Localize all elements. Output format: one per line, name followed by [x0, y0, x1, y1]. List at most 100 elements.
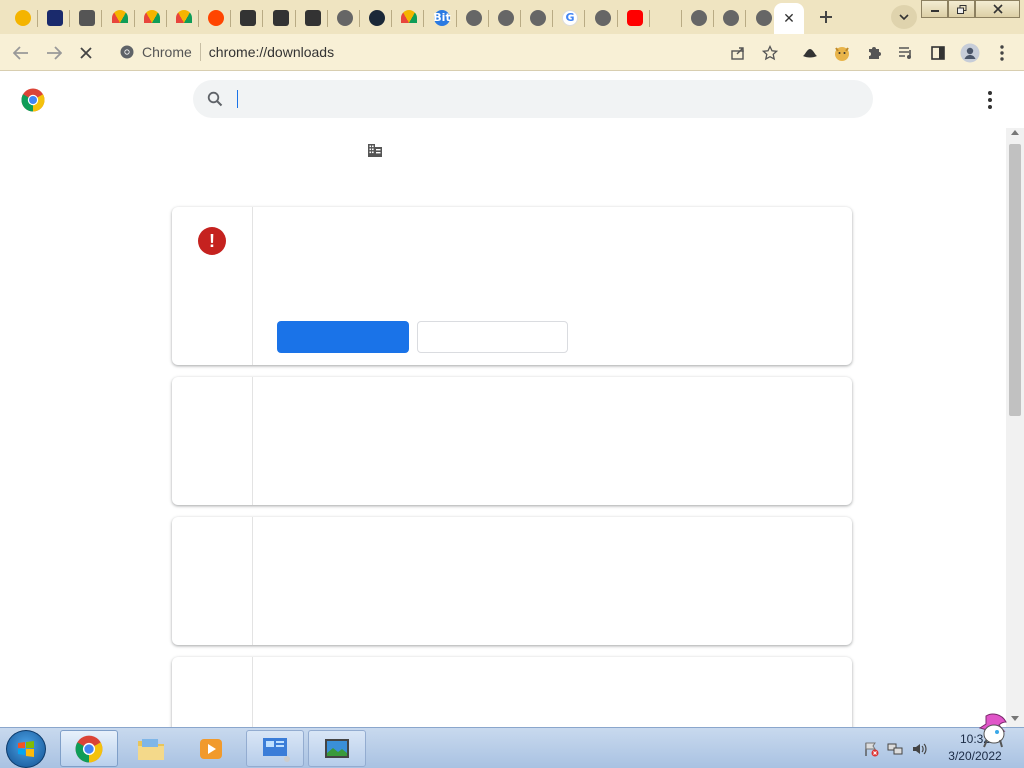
tab-8[interactable]	[266, 3, 296, 32]
tab-12[interactable]	[394, 3, 424, 32]
vertical-scrollbar[interactable]	[1006, 128, 1024, 727]
profile-button[interactable]	[957, 40, 983, 66]
back-button[interactable]	[8, 40, 34, 66]
red-triangle-extension-icon	[15, 9, 31, 26]
tab-14[interactable]	[459, 3, 489, 32]
extension-doge-button[interactable]	[829, 40, 855, 66]
reddit-icon	[208, 9, 224, 26]
tab-11[interactable]	[362, 3, 392, 32]
tab-separator	[584, 10, 585, 27]
minimize-button[interactable]	[921, 0, 948, 18]
close-window-button[interactable]	[975, 0, 1020, 18]
tab-22[interactable]	[716, 3, 746, 32]
managed-by-organization-icon[interactable]	[366, 141, 384, 159]
tab-separator	[681, 10, 682, 27]
tab-21[interactable]	[684, 3, 714, 32]
chrome-gray-icon	[723, 9, 739, 26]
url-text[interactable]: chrome://downloads	[209, 44, 334, 60]
rainbow-icon	[112, 9, 128, 26]
tab-separator	[552, 10, 553, 27]
tab-13[interactable]: Bit	[427, 3, 457, 32]
bookmark-star-button[interactable]	[757, 40, 783, 66]
volume-icon[interactable]	[910, 740, 928, 758]
taskbar-chrome[interactable]	[60, 730, 118, 767]
tab-18[interactable]	[588, 3, 618, 32]
tab-16[interactable]	[523, 3, 553, 32]
tab-20[interactable]	[652, 3, 682, 32]
taskbar-control-panel[interactable]	[246, 730, 304, 767]
tab-separator	[745, 10, 746, 27]
system-tray	[862, 734, 928, 764]
tab-19[interactable]	[620, 3, 650, 32]
extension-hat-button[interactable]	[797, 40, 823, 66]
tab-separator	[359, 10, 360, 27]
scroll-up-arrow-icon[interactable]	[1011, 130, 1019, 135]
tab-9[interactable]	[298, 3, 328, 32]
chrome-logo-icon	[75, 735, 103, 762]
tab-2[interactable]	[72, 3, 102, 32]
search-downloads-box[interactable]	[193, 80, 873, 118]
file-icon-column	[172, 657, 253, 727]
taskbar-explorer[interactable]	[122, 730, 180, 767]
tab-7[interactable]	[233, 3, 263, 32]
side-panel-button[interactable]	[925, 40, 951, 66]
tab-separator	[649, 10, 650, 27]
tab-4[interactable]	[137, 3, 167, 32]
doge-icon	[835, 47, 849, 61]
tab-17[interactable]: G	[555, 3, 585, 32]
chrome-logo-icon	[21, 88, 45, 112]
text-caret	[237, 90, 238, 108]
tab-1[interactable]	[40, 3, 70, 32]
download-secondary-action-button[interactable]	[417, 321, 568, 353]
extensions-button[interactable]	[861, 40, 887, 66]
scroll-down-arrow-icon[interactable]	[1011, 716, 1019, 721]
tab-15[interactable]	[491, 3, 521, 32]
arrow-left-icon	[13, 46, 28, 60]
globe-icon	[756, 9, 772, 26]
share-button[interactable]	[725, 40, 751, 66]
omnibox[interactable]: Chrome chrome://downloads	[108, 38, 708, 66]
tab-close-icon[interactable]: ✕	[783, 11, 795, 27]
desktop-mascot-pony-icon[interactable]	[972, 712, 1012, 748]
arrow-right-icon	[47, 46, 62, 60]
restore-button[interactable]	[948, 0, 975, 18]
hat-icon	[803, 49, 817, 58]
cube-icon	[240, 9, 256, 26]
side-panel-icon	[931, 46, 945, 60]
tab-search-button[interactable]	[891, 5, 917, 29]
stop-button[interactable]	[73, 40, 99, 66]
tab-separator	[37, 10, 38, 27]
site-name: Chrome	[142, 44, 192, 60]
rainbow-icon	[144, 9, 160, 26]
restore-icon	[956, 4, 966, 14]
tab-6[interactable]	[201, 3, 231, 32]
scrollbar-thumb[interactable]	[1009, 144, 1021, 416]
start-button[interactable]	[6, 730, 46, 768]
tab-strip: Bit G ✕	[0, 0, 1024, 34]
tab-10[interactable]	[330, 3, 360, 32]
forward-button[interactable]	[41, 40, 67, 66]
tab-active-downloads[interactable]: ✕	[774, 3, 804, 34]
dot	[988, 91, 992, 95]
tab-separator	[69, 10, 70, 27]
more-actions-menu[interactable]	[980, 88, 1000, 112]
star-icon	[762, 45, 778, 61]
puzzle-icon	[869, 47, 881, 59]
network-icon[interactable]	[886, 740, 904, 758]
media-controls-button[interactable]	[893, 40, 919, 66]
new-tab-button[interactable]	[813, 5, 839, 29]
site-info-chip[interactable]: Chrome	[108, 44, 200, 60]
search-input[interactable]	[242, 91, 822, 107]
action-center-flag-icon[interactable]	[862, 740, 880, 758]
taskbar-display-window[interactable]	[308, 730, 366, 767]
chrome-gray-icon	[337, 9, 353, 26]
close-icon	[992, 4, 1003, 14]
tab-5[interactable]	[169, 3, 199, 32]
chrome-menu-button[interactable]	[989, 40, 1015, 66]
chrome-gray-icon	[466, 9, 482, 26]
bit-tube-icon-label: Bit	[433, 11, 451, 24]
tab-0[interactable]	[8, 3, 38, 32]
taskbar-media-player[interactable]	[182, 730, 240, 767]
tab-3[interactable]	[105, 3, 135, 32]
download-primary-action-button[interactable]	[277, 321, 409, 353]
